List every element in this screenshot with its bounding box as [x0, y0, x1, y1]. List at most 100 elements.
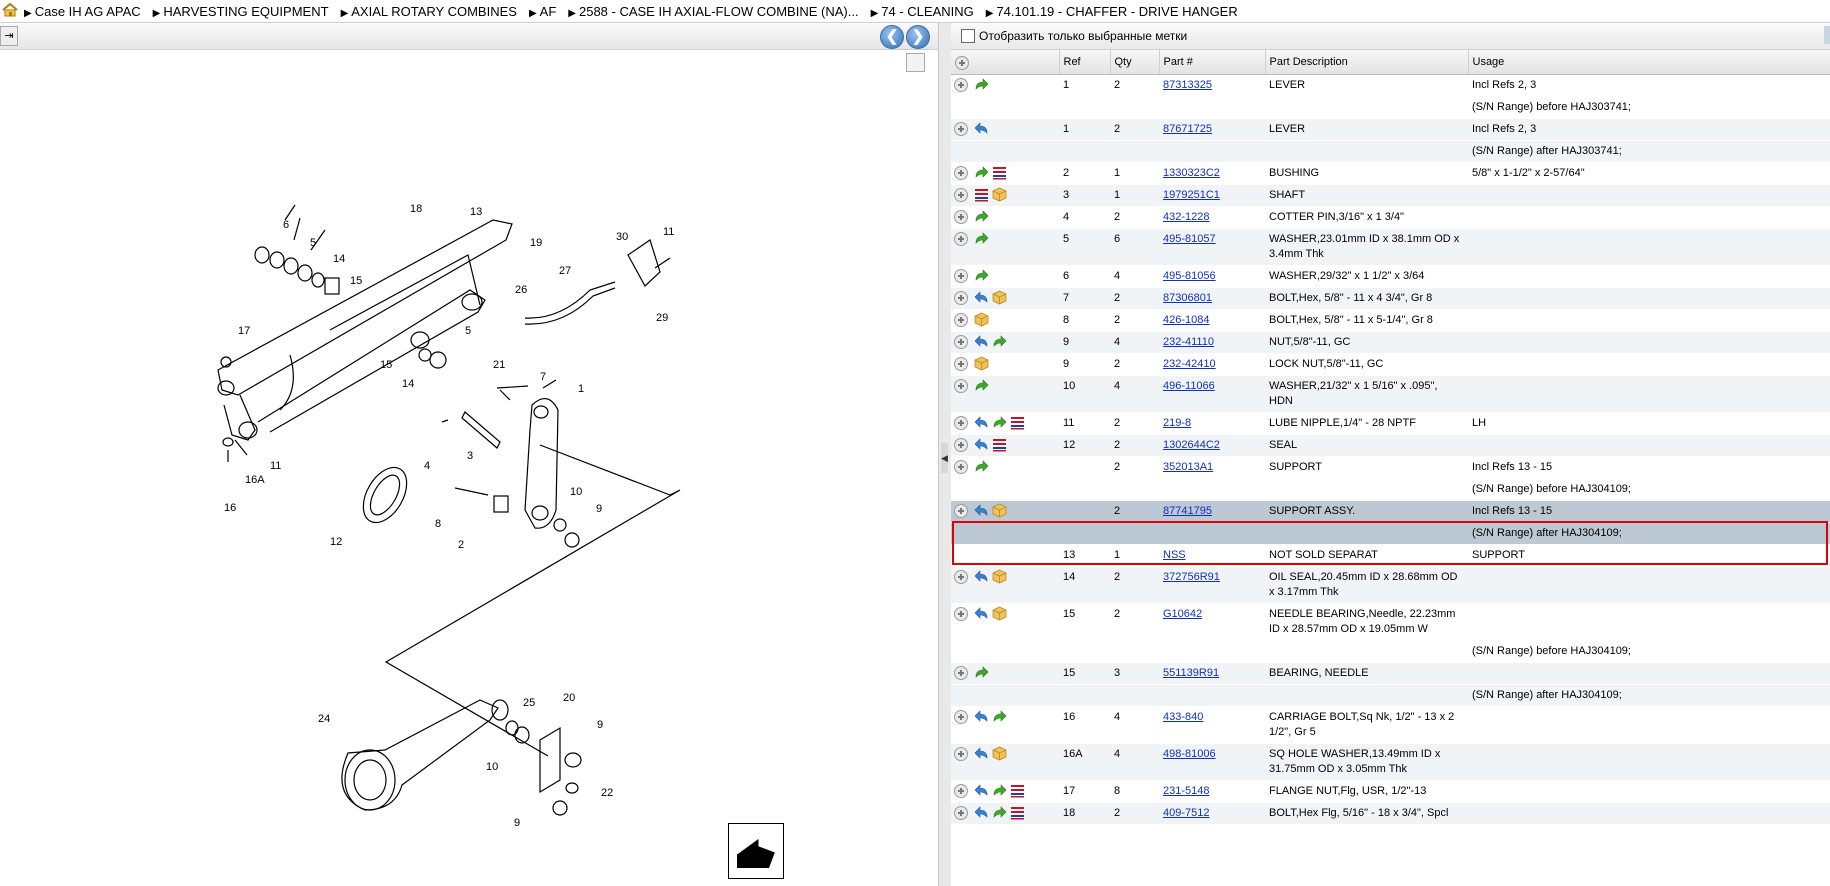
part-number-link[interactable]: 87671725 [1163, 123, 1212, 135]
package-icon[interactable] [992, 503, 1007, 518]
part-number-link[interactable]: 1330323C2 [1163, 167, 1220, 179]
back-arrow-icon[interactable] [974, 606, 989, 621]
table-row[interactable]: 2 352013A1 SUPPORT Incl Refs 13 - 15 [951, 456, 1830, 479]
package-icon[interactable] [992, 606, 1007, 621]
part-number-link[interactable]: G10642 [1163, 608, 1202, 620]
list-icon[interactable] [1010, 783, 1025, 798]
add-to-list-icon[interactable] [954, 710, 968, 724]
part-number-link[interactable]: 495-81056 [1163, 270, 1216, 282]
add-to-list-icon[interactable] [954, 313, 968, 327]
table-row[interactable]: 16A 4 498-81006 SQ HOLE WASHER,13.49mm ID x… [951, 743, 1830, 781]
table-row[interactable]: 6 4 495-81056 WASHER,29/32" x 1 1/2" x 3/64 [951, 265, 1830, 288]
part-number-link[interactable]: 231-5148 [1163, 785, 1210, 797]
forward-arrow-icon[interactable] [992, 415, 1007, 430]
add-to-list-icon[interactable] [954, 504, 968, 518]
table-row[interactable]: 16 4 433-840 CARRIAGE BOLT,Sq Nk, 1/2" - 13… [951, 706, 1830, 744]
table-row[interactable]: 15 2 G10642 NEEDLE BEARING,Needle, 22.23mm … [951, 603, 1830, 641]
table-row[interactable]: 10 4 496-11066 WASHER,21/32" x 1 5/16" x .0… [951, 375, 1830, 413]
add-to-list-icon[interactable] [954, 291, 968, 305]
header-qty[interactable]: Qty [1110, 50, 1160, 75]
part-number-link[interactable]: 432-1228 [1163, 211, 1210, 223]
home-icon[interactable] [2, 3, 18, 17]
part-number-link[interactable]: 372756R91 [1163, 571, 1220, 583]
add-to-list-icon[interactable] [954, 784, 968, 798]
add-to-list-icon[interactable] [954, 78, 968, 92]
add-to-list-icon[interactable] [954, 166, 968, 180]
back-arrow-icon[interactable] [974, 290, 989, 305]
breadcrumb-item[interactable]: ▶ Case IH AG APAC [24, 4, 141, 19]
table-row[interactable]: 9 4 232-41110 NUT,5/8"-11, GC [951, 331, 1830, 354]
part-number-link[interactable]: 232-42410 [1163, 358, 1216, 370]
previous-button[interactable]: ❮ [880, 25, 904, 49]
table-row[interactable]: 7 2 87306801 BOLT,Hex, 5/8" - 11 x 4 3/4", … [951, 287, 1830, 310]
breadcrumb-item[interactable]: ▶ HARVESTING EQUIPMENT [153, 4, 329, 19]
add-to-list-icon[interactable] [954, 438, 968, 452]
table-row[interactable]: 2 87741795 SUPPORT ASSY. Incl Refs 13 - 15 [951, 500, 1830, 523]
orientation-arrow-icon[interactable] [728, 823, 784, 879]
next-button[interactable]: ❯ [906, 25, 930, 49]
list-icon[interactable] [1010, 415, 1025, 430]
table-row[interactable]: 1 2 87313325 LEVER Incl Refs 2, 3 [951, 74, 1830, 97]
expand-panel-button[interactable]: ⇥ [0, 26, 18, 46]
part-number-link[interactable]: 433-840 [1163, 711, 1203, 723]
breadcrumb-item[interactable]: ▶ 74 - CLEANING [871, 4, 974, 19]
part-number-link[interactable]: 87741795 [1163, 505, 1212, 517]
back-arrow-icon[interactable] [974, 569, 989, 584]
part-number-link[interactable]: NSS [1163, 549, 1186, 561]
forward-arrow-icon[interactable] [974, 378, 989, 393]
add-to-list-icon[interactable] [954, 460, 968, 474]
table-row[interactable]: 4 2 432-1228 COTTER PIN,3/16" x 1 3/4" [951, 206, 1830, 229]
add-to-list-icon[interactable] [954, 379, 968, 393]
table-row[interactable]: (S/N Range) before HAJ304109; [951, 478, 1830, 501]
header-usage[interactable]: Usage [1468, 50, 1830, 75]
table-row[interactable]: 3 1 1979251C1 SHAFT [951, 184, 1830, 207]
forward-arrow-icon[interactable] [974, 77, 989, 92]
forward-arrow-icon[interactable] [974, 268, 989, 283]
add-to-list-icon[interactable] [954, 747, 968, 761]
table-row[interactable]: 17 8 231-5148 FLANGE NUT,Flg, USR, 1/2"-13 [951, 780, 1830, 803]
part-number-link[interactable]: 1302644C2 [1163, 439, 1220, 451]
table-row[interactable]: (S/N Range) after HAJ303741; [951, 140, 1830, 163]
table-row[interactable]: 2 1 1330323C2 BUSHING 5/8" x 1-1/2" x 2-57/6… [951, 162, 1830, 185]
forward-arrow-icon[interactable] [974, 209, 989, 224]
breadcrumb-item[interactable]: ▶ AF [529, 4, 556, 19]
header-description[interactable]: Part Description [1265, 50, 1469, 75]
list-icon[interactable] [1010, 805, 1025, 820]
part-number-link[interactable]: 496-11066 [1163, 380, 1215, 392]
table-row[interactable]: 13 1 NSS NOT SOLD SEPARAT SUPPORT [951, 544, 1830, 567]
breadcrumb-item[interactable]: ▶ 2588 - CASE IH AXIAL-FLOW COMBINE (NA).… [568, 4, 858, 19]
part-number-link[interactable]: 232-41110 [1163, 336, 1214, 348]
back-arrow-icon[interactable] [974, 334, 989, 349]
forward-arrow-icon[interactable] [974, 665, 989, 680]
forward-arrow-icon[interactable] [992, 783, 1007, 798]
forward-arrow-icon[interactable] [974, 459, 989, 474]
table-row[interactable]: 14 2 372756R91 OIL SEAL,20.45mm ID x 28.68m… [951, 566, 1830, 604]
forward-arrow-icon[interactable] [974, 231, 989, 246]
add-to-list-icon[interactable] [954, 335, 968, 349]
part-number-link[interactable]: 409-7512 [1163, 807, 1210, 819]
add-to-list-icon[interactable] [954, 122, 968, 136]
table-row[interactable]: 8 2 426-1084 BOLT,Hex, 5/8" - 11 x 5-1/4", … [951, 309, 1830, 332]
part-number-link[interactable]: 352013A1 [1163, 461, 1213, 473]
part-number-link[interactable]: 87313325 [1163, 79, 1212, 91]
add-to-list-icon[interactable] [954, 806, 968, 820]
breadcrumb-item[interactable]: ▶ 74.101.19 - CHAFFER - DRIVE HANGER [986, 4, 1238, 19]
back-arrow-icon[interactable] [974, 805, 989, 820]
list-icon[interactable] [992, 437, 1007, 452]
part-number-link[interactable]: 219-8 [1163, 417, 1191, 429]
list-icon[interactable] [974, 187, 989, 202]
back-arrow-icon[interactable] [974, 437, 989, 452]
add-to-list-icon[interactable] [954, 210, 968, 224]
add-to-list-icon[interactable] [954, 232, 968, 246]
add-to-list-icon[interactable] [954, 666, 968, 680]
table-row[interactable]: 9 2 232-42410 LOCK NUT,5/8"-11, GC [951, 353, 1830, 376]
forward-arrow-icon[interactable] [974, 165, 989, 180]
back-arrow-icon[interactable] [974, 709, 989, 724]
table-row[interactable]: 18 2 409-7512 BOLT,Hex Flg, 5/16" - 18 x 3/… [951, 802, 1830, 825]
package-icon[interactable] [974, 312, 989, 327]
show-selected-checkbox[interactable] [961, 29, 975, 43]
part-number-link[interactable]: 498-81006 [1163, 748, 1216, 760]
add-to-list-icon[interactable] [954, 607, 968, 621]
part-number-link[interactable]: 426-1084 [1163, 314, 1210, 326]
part-number-link[interactable]: 1979251C1 [1163, 189, 1220, 201]
